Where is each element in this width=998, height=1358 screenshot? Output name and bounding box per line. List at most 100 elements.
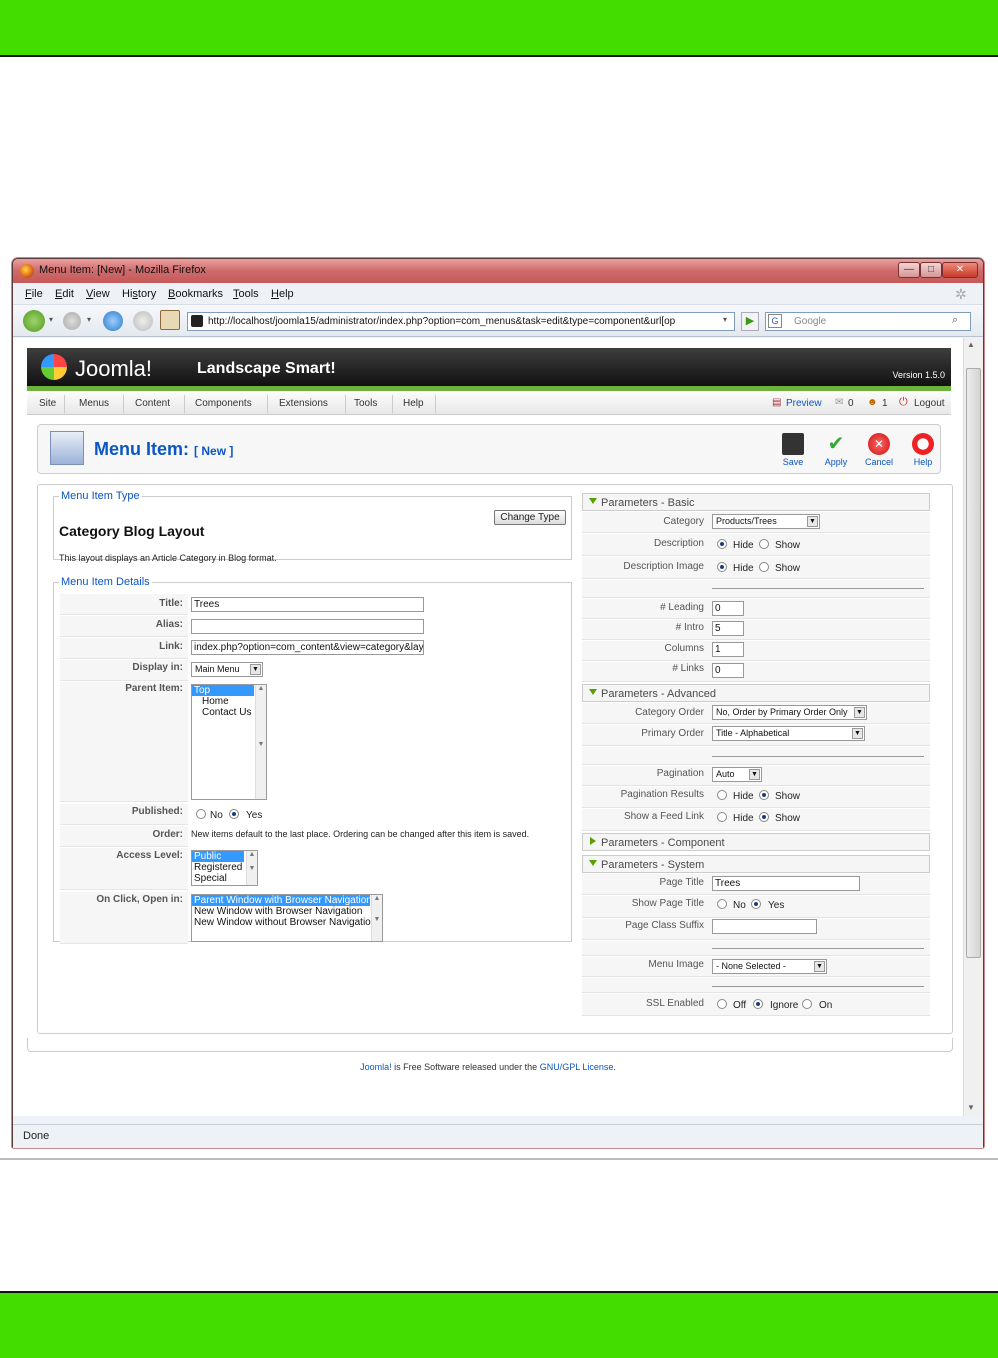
published-no-radio[interactable] <box>196 809 206 819</box>
menu-help[interactable]: Help <box>271 288 294 300</box>
apply-button[interactable]: ✔ Apply <box>816 433 856 467</box>
ssl-off-label: Off <box>733 1000 747 1011</box>
search-icon[interactable]: ⌕ <box>952 314 958 327</box>
change-type-button[interactable]: Change Type <box>494 510 566 525</box>
desc-image-show-radio[interactable] <box>759 562 769 572</box>
primary-order-select[interactable]: Title - Alphabetical ▼ <box>712 726 865 741</box>
menu-content[interactable]: Content <box>135 398 170 409</box>
columns-field[interactable]: 1 <box>712 642 744 657</box>
pag-results-hide-radio[interactable] <box>717 790 727 800</box>
menu-image-select[interactable]: - None Selected - ▼ <box>712 959 827 974</box>
gpl-license-link[interactable]: GNU/GPL License <box>540 1062 614 1072</box>
category-label: Category <box>663 516 704 527</box>
menu-extensions[interactable]: Extensions <box>279 398 328 409</box>
published-yes-radio[interactable] <box>229 809 239 819</box>
access-level-list[interactable]: Public Registered Special ▲ ▼ <box>191 850 258 886</box>
menu-edit[interactable]: Edit <box>55 288 74 300</box>
link-field[interactable]: index.php?option=com_content&view=catego… <box>191 640 424 655</box>
alias-field[interactable] <box>191 619 424 634</box>
list-option[interactable]: Public <box>192 851 244 862</box>
menu-help[interactable]: Help <box>403 398 424 409</box>
logout-link[interactable]: Logout <box>914 398 945 409</box>
scrollbar-thumb[interactable] <box>966 368 981 958</box>
menu-view[interactable]: View <box>86 288 110 300</box>
messages-count[interactable]: 0 <box>848 398 854 409</box>
intro-label: # Intro <box>675 622 704 633</box>
params-system-header[interactable]: Parameters - System <box>582 855 930 873</box>
dropdown-arrow-icon: ▼ <box>250 664 261 675</box>
back-history-icon[interactable]: ▾ <box>49 315 53 324</box>
description-hide-radio[interactable] <box>717 539 727 549</box>
scroll-up-icon[interactable]: ▲ <box>967 340 975 349</box>
scroll-down-icon[interactable]: ▼ <box>967 1103 975 1112</box>
forward-history-icon[interactable]: ▾ <box>87 315 91 324</box>
list-scrollbar[interactable]: ▲ ▼ <box>246 851 257 885</box>
pag-results-show-radio[interactable] <box>759 790 769 800</box>
preview-link[interactable]: Preview <box>786 398 822 409</box>
joomla-link[interactable]: Joomla! <box>360 1062 392 1072</box>
show-title-yes-radio[interactable] <box>751 899 761 909</box>
list-scrollbar[interactable]: ▲ ▼ <box>255 685 266 799</box>
parent-item-list[interactable]: Top Home Contact Us ▲ ▼ <box>191 684 267 800</box>
ssl-ignore-radio[interactable] <box>753 999 763 1009</box>
go-icon[interactable]: ▶ <box>741 312 759 331</box>
menu-bookmarks[interactable]: Bookmarks <box>168 288 223 300</box>
close-window-button[interactable]: ✕ <box>942 262 978 278</box>
forward-icon[interactable] <box>63 312 81 330</box>
menu-menus[interactable]: Menus <box>79 398 109 409</box>
category-select[interactable]: Products/Trees ▼ <box>712 514 820 529</box>
intro-field[interactable]: 5 <box>712 621 744 636</box>
minimize-button[interactable]: — <box>898 262 920 278</box>
display-in-select[interactable]: Main Menu ▼ <box>191 662 263 677</box>
menu-components[interactable]: Components <box>195 398 252 409</box>
params-advanced-header[interactable]: Parameters - Advanced <box>582 684 930 702</box>
save-button[interactable]: Save <box>773 433 813 467</box>
page-title-field[interactable]: Trees <box>712 876 860 891</box>
ssl-on-radio[interactable] <box>802 999 812 1009</box>
leading-field[interactable]: 0 <box>712 601 744 616</box>
back-icon[interactable] <box>23 310 45 332</box>
menu-site[interactable]: Site <box>39 398 56 409</box>
list-scrollbar[interactable]: ▲ ▼ <box>371 895 382 941</box>
list-option[interactable]: Top <box>192 685 254 696</box>
menu-file[interactable]: File <box>25 288 43 300</box>
feed-show-radio[interactable] <box>759 812 769 822</box>
title-field[interactable]: Trees <box>191 597 424 612</box>
category-order-select[interactable]: No, Order by Primary Order Only ▼ <box>712 705 867 720</box>
reload-icon[interactable] <box>103 311 123 331</box>
pagination-select[interactable]: Auto ▼ <box>712 767 762 782</box>
show-title-no-radio[interactable] <box>717 899 727 909</box>
on-click-list[interactable]: Parent Window with Browser Navigation Ne… <box>191 894 383 942</box>
maximize-button[interactable]: □ <box>920 262 942 278</box>
menu-tools[interactable]: Tools <box>354 398 377 409</box>
expanded-arrow-icon <box>589 689 597 695</box>
params-component-header[interactable]: Parameters - Component <box>582 833 930 851</box>
description-show-radio[interactable] <box>759 539 769 549</box>
home-icon[interactable] <box>160 310 180 330</box>
help-button[interactable]: Help <box>903 433 943 467</box>
list-option[interactable]: New Window with Browser Navigation <box>192 906 382 917</box>
pagination-results-label: Pagination Results <box>620 789 704 800</box>
page-class-suffix-field[interactable] <box>712 919 817 934</box>
google-engine-icon[interactable]: G <box>768 314 782 328</box>
links-field[interactable]: 0 <box>712 663 744 678</box>
address-bar[interactable]: http://localhost/joomla15/administrator/… <box>187 312 735 331</box>
list-option[interactable]: Parent Window with Browser Navigation <box>192 895 372 906</box>
links-label: # Links <box>672 663 704 674</box>
page-scrollbar[interactable]: ▲ ▼ <box>963 338 983 1116</box>
search-input[interactable]: Google <box>765 312 971 331</box>
ssl-off-radio[interactable] <box>717 999 727 1009</box>
feed-hide-label: Hide <box>733 813 754 824</box>
stop-icon[interactable] <box>133 311 153 331</box>
list-option[interactable]: New Window without Browser Navigation <box>192 917 382 928</box>
menu-tools[interactable]: Tools <box>233 288 259 300</box>
users-count[interactable]: 1 <box>882 398 888 409</box>
params-basic-header[interactable]: Parameters - Basic <box>582 493 930 511</box>
cancel-button[interactable]: ✕ Cancel <box>859 433 899 467</box>
url-history-icon[interactable]: ▾ <box>723 315 727 324</box>
desc-image-hide-radio[interactable] <box>717 562 727 572</box>
menu-history[interactable]: History <box>122 288 156 300</box>
joomla-logo-icon <box>41 354 67 380</box>
cancel-icon: ✕ <box>868 433 890 455</box>
feed-hide-radio[interactable] <box>717 812 727 822</box>
